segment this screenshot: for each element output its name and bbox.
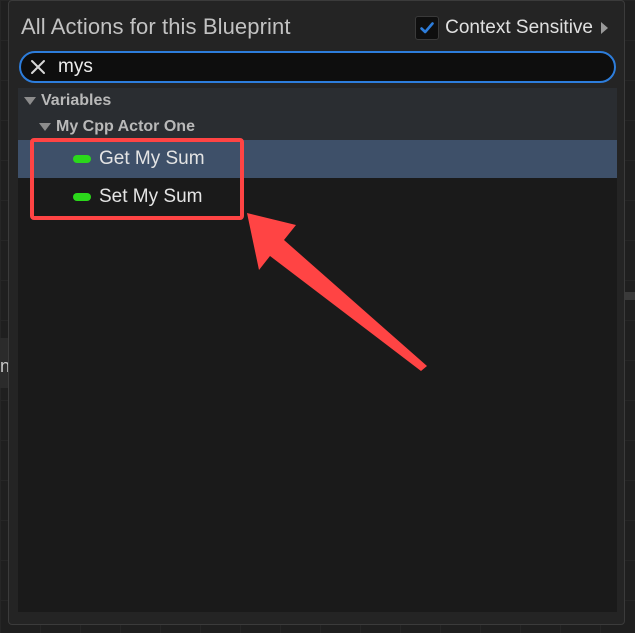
- annotation-arrow: [247, 213, 427, 371]
